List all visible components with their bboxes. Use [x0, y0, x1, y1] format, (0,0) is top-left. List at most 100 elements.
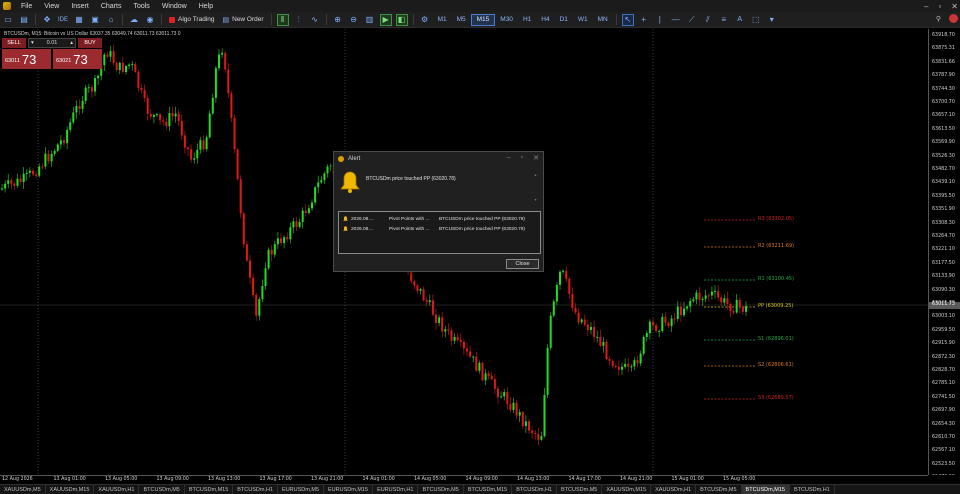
candle-body: [549, 315, 552, 348]
alert-history-list[interactable]: 2026.08.... Pivot Points with ... BTCUSD…: [338, 211, 541, 254]
strategy-tester-icon[interactable]: ⌂: [105, 14, 117, 26]
timeframe-h4[interactable]: H4: [536, 14, 554, 26]
market-watch-icon[interactable]: ✥: [41, 14, 53, 26]
chart-tab[interactable]: XAUUSDm,M5: [0, 484, 46, 494]
menu-view[interactable]: View: [38, 3, 65, 10]
new-chart-icon[interactable]: ▭: [2, 14, 14, 26]
alert-history-row[interactable]: 2026.08.... Pivot Points with ... BTCUSD…: [339, 224, 540, 234]
search-icon[interactable]: ⚲: [936, 15, 941, 23]
chart-tab[interactable]: XAUUSDm,H1: [651, 484, 697, 494]
user-avatar-icon[interactable]: [949, 14, 958, 23]
chart-tab[interactable]: XAUUSDm,M15: [602, 484, 652, 494]
chart-tab[interactable]: BTCUSDm,H1: [790, 484, 835, 494]
auto-scroll-icon[interactable]: ▶: [379, 13, 392, 26]
candle-body: [670, 318, 673, 327]
time-axis[interactable]: 12 Aug 2026 13 Aug 01:00 13 Aug 05:00 13 Au…: [0, 475, 928, 484]
fibonacci-icon[interactable]: ≡: [718, 14, 730, 26]
timeframe-m30[interactable]: M30: [495, 14, 518, 26]
candle-body: [413, 281, 416, 286]
crosshair-icon[interactable]: +: [638, 14, 650, 26]
candle-body: [469, 351, 472, 357]
alert-history-row[interactable]: 2026.08.... Pivot Points with ... BTCUSD…: [339, 214, 540, 224]
zoom-out-icon[interactable]: ⊖: [348, 14, 360, 26]
channel-icon[interactable]: ⫽: [702, 14, 714, 26]
chart-tab[interactable]: BTCUSDm,M5: [139, 484, 185, 494]
chart-tab[interactable]: XAUUSDm,M15: [46, 484, 95, 494]
bar-chart-icon[interactable]: ⫴: [276, 13, 289, 26]
menu-tools[interactable]: Tools: [127, 3, 155, 10]
chart-tab[interactable]: BTCUSDm,H1: [233, 484, 279, 494]
candle-body: [636, 360, 639, 364]
volume-input[interactable]: ▾ 0.01 ▴: [28, 38, 76, 48]
trendline-icon[interactable]: ⟋: [686, 14, 698, 26]
timeframe-m15[interactable]: M15: [470, 13, 496, 26]
alert-close-icon[interactable]: ✕: [533, 154, 539, 162]
alert-message-scrollbar[interactable]: ▴ ▾: [533, 172, 538, 206]
chart-tab[interactable]: BTCUSDm,M15: [185, 484, 234, 494]
menu-insert[interactable]: Insert: [65, 3, 95, 10]
chart-tab[interactable]: EURUSDm,H1: [373, 484, 419, 494]
menu-charts[interactable]: Charts: [95, 3, 128, 10]
timeframe-m5[interactable]: M5: [452, 14, 471, 26]
more-tools-icon[interactable]: ▾: [766, 14, 778, 26]
cursor-icon[interactable]: ↖: [621, 13, 634, 26]
candle-body: [509, 403, 512, 410]
timeframe-m1[interactable]: M1: [433, 14, 452, 26]
candle-body: [571, 294, 574, 308]
timeframe-h1[interactable]: H1: [518, 14, 536, 26]
chart-tab[interactable]: XAUUSDm,H1: [94, 484, 140, 494]
close-icon[interactable]: ✕: [951, 2, 958, 11]
profiles-icon[interactable]: ▤: [18, 14, 30, 26]
chart-shift-icon[interactable]: ◧: [395, 13, 408, 26]
candle-body: [704, 295, 707, 299]
navigator-icon[interactable]: ▦: [73, 14, 85, 26]
candle-body: [435, 314, 437, 324]
buy-price-box[interactable]: 63021 73: [53, 49, 102, 69]
volume-down-icon[interactable]: ▾: [31, 40, 34, 46]
alert-minimize-icon[interactable]: –: [507, 154, 511, 162]
chart-tab[interactable]: EURUSDm,M5: [278, 484, 325, 494]
alert-maximize-icon[interactable]: ▫: [521, 154, 523, 162]
algo-trading-button[interactable]: Algo Trading: [169, 16, 215, 23]
menu-file[interactable]: File: [15, 3, 38, 10]
indicators-icon[interactable]: ⚙: [419, 14, 431, 26]
vertical-line-icon[interactable]: |: [654, 14, 666, 26]
chart-tab[interactable]: EURUSDm,M15: [324, 484, 374, 494]
candle-body: [4, 183, 7, 189]
menu-help[interactable]: Help: [193, 3, 219, 10]
chart-tab[interactable]: BTCUSDm,H1: [512, 484, 557, 494]
chart-tab[interactable]: BTCUSDm,M15: [741, 484, 790, 494]
timeframe-d1[interactable]: D1: [555, 14, 573, 26]
candle-body: [118, 62, 121, 71]
chart-tab[interactable]: BTCUSDm,M15: [464, 484, 513, 494]
candlestick-chart-icon[interactable]: ⫶: [293, 14, 305, 26]
signals-icon[interactable]: ◉: [144, 14, 156, 26]
alert-titlebar[interactable]: Alert – ▫ ✕: [334, 152, 543, 166]
new-order-button[interactable]: ▤ New Order: [223, 16, 264, 24]
candle-body: [53, 150, 56, 154]
tile-windows-icon[interactable]: ▥: [364, 14, 376, 26]
candle-body: [590, 326, 592, 330]
timeframe-w1[interactable]: W1: [573, 14, 593, 26]
chart-tab[interactable]: BTCUSDm,M5: [418, 484, 464, 494]
maximize-icon[interactable]: ▫: [938, 2, 941, 11]
horizontal-line-icon[interactable]: —: [670, 14, 682, 26]
price-axis[interactable]: 63918.70 63875.31 63831.66 63787.90 63744.30…: [928, 29, 960, 480]
one-click-buy-button[interactable]: BUY: [78, 38, 102, 48]
chart-tab[interactable]: BTCUSDm,M5: [557, 484, 603, 494]
data-window-icon[interactable]: IDE: [57, 14, 69, 26]
sell-price-box[interactable]: 63011 73: [2, 49, 51, 69]
minimize-icon[interactable]: –: [924, 2, 928, 11]
chart-tab[interactable]: BTCUSDm,M5: [696, 484, 742, 494]
toolbox-icon[interactable]: ▣: [89, 14, 101, 26]
menu-window[interactable]: Window: [156, 3, 193, 10]
alert-close-button[interactable]: Close: [506, 259, 539, 269]
zoom-in-icon[interactable]: ⊕: [332, 14, 344, 26]
community-icon[interactable]: ☁: [128, 14, 140, 26]
text-icon[interactable]: A: [734, 14, 746, 26]
shapes-icon[interactable]: ⬚: [750, 14, 762, 26]
volume-up-icon[interactable]: ▴: [70, 40, 73, 46]
one-click-sell-button[interactable]: SELL: [2, 38, 26, 48]
line-chart-icon[interactable]: ∿: [309, 14, 321, 26]
timeframe-mn[interactable]: MN: [593, 14, 613, 26]
